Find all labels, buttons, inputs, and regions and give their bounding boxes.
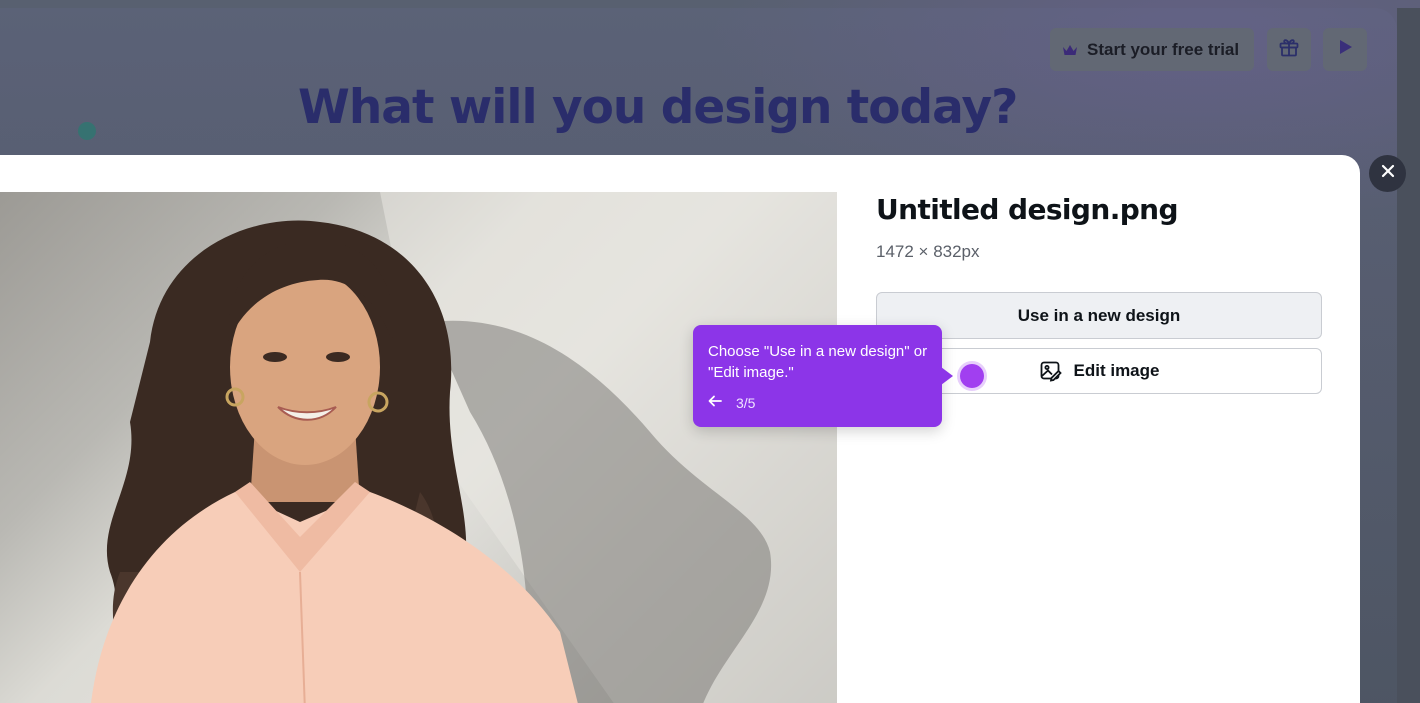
file-dimensions: 1472 × 832px (876, 242, 980, 261)
trial-label: Start your free trial (1087, 39, 1240, 59)
tooltip-pointer (941, 367, 953, 385)
present-button[interactable] (1323, 28, 1367, 71)
arrow-left-icon (708, 394, 722, 412)
portrait-photo (91, 192, 837, 703)
image-edit-icon (1039, 359, 1063, 383)
gift-button[interactable] (1267, 28, 1311, 71)
crown-icon (1060, 40, 1080, 60)
edit-image-label: Edit image (1073, 361, 1160, 380)
close-icon (1381, 164, 1395, 183)
guide-back-button[interactable] (707, 395, 723, 411)
guide-text: Choose "Use in a new design" or "Edit im… (708, 343, 928, 381)
file-title: Untitled design.png (876, 193, 1179, 226)
guide-step-counter: 3/5 (736, 395, 756, 411)
page-scrollbar[interactable] (1397, 8, 1420, 703)
use-in-new-design-button[interactable]: Use in a new design (876, 292, 1322, 339)
page-heading: What will you design today? (298, 80, 1018, 135)
image-preview (0, 192, 837, 703)
guide-hotspot[interactable] (960, 364, 984, 388)
image-preview-modal: Untitled design.png (0, 155, 1360, 703)
gift-icon (1277, 35, 1301, 64)
play-icon (1335, 37, 1355, 62)
start-free-trial-button[interactable]: Start your free trial (1050, 28, 1254, 71)
decorative-dot (78, 122, 96, 140)
guide-tooltip: Choose "Use in a new design" or "Edit im… (693, 325, 942, 427)
close-modal-button[interactable] (1369, 155, 1406, 192)
